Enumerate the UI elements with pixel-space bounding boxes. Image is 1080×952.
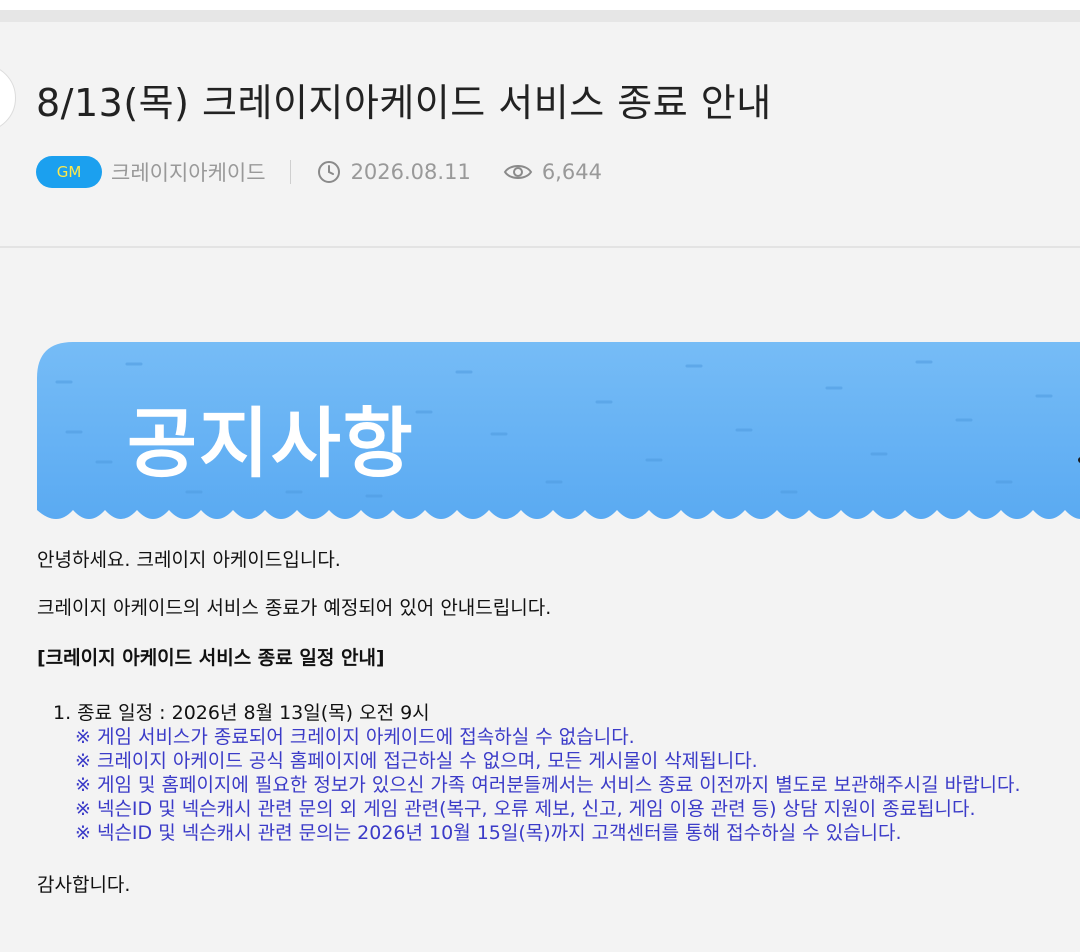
note-item: ※ 게임 서비스가 종료되어 크레이지 아케이드에 접속하실 수 없습니다. xyxy=(75,726,635,748)
note-item: ※ 넥슨ID 및 넥슨캐시 관련 문의 외 게임 관련(복구, 오류 제보, 신… xyxy=(75,798,976,820)
gm-badge: GM xyxy=(36,156,102,188)
schedule-item: 1. 종료 일정 : 2026년 8월 13일(목) 오전 9시 xyxy=(53,702,430,724)
author-name[interactable]: 크레이지아케이드 xyxy=(111,157,266,187)
notes-list: ※ 게임 서비스가 종료되어 크레이지 아케이드에 접속하실 수 없습니다. ※… xyxy=(37,725,1077,845)
view-count: 6,644 xyxy=(541,160,602,184)
note-item: ※ 넥슨ID 및 넥슨캐시 관련 문의는 2026년 10월 15일(목)까지 … xyxy=(75,822,902,844)
post-title: 8/13(목) 크레이지아케이드 서비스 종료 안내 xyxy=(36,81,772,125)
note-item: ※ 게임 및 홈페이지에 필요한 정보가 있으신 가족 여러분들께서는 서비스 … xyxy=(75,774,1021,796)
post-content: 안녕하세요. 크레이지 아케이드입니다. 크레이지 아케이드의 서비스 종료가 … xyxy=(37,548,1077,897)
schedule-heading: [크레이지 아케이드 서비스 종료 일정 안내] xyxy=(37,647,385,669)
banner-title: 공지사항 xyxy=(127,399,415,488)
header-divider xyxy=(0,246,1080,248)
eye-icon xyxy=(503,160,533,184)
post-date: 2026.08.11 xyxy=(350,160,471,184)
note-item: ※ 크레이지 아케이드 공식 홈페이지에 접근하실 수 없으며, 모든 게시물이… xyxy=(75,750,758,772)
notice-banner: 공지사항 xyxy=(37,342,1080,528)
closing-text: 감사합니다. xyxy=(37,874,131,896)
intro-text: 크레이지 아케이드의 서비스 종료가 예정되어 있어 안내드립니다. xyxy=(37,597,552,619)
post-meta: GM 크레이지아케이드 2026.08.11 6,644 xyxy=(36,155,602,189)
clock-icon xyxy=(317,160,341,184)
top-bar xyxy=(0,0,1080,10)
meta-divider xyxy=(289,160,291,184)
greeting-text: 안녕하세요. 크레이지 아케이드입니다. xyxy=(37,549,341,571)
top-bar-divider xyxy=(0,10,1080,22)
back-button[interactable] xyxy=(0,64,16,132)
